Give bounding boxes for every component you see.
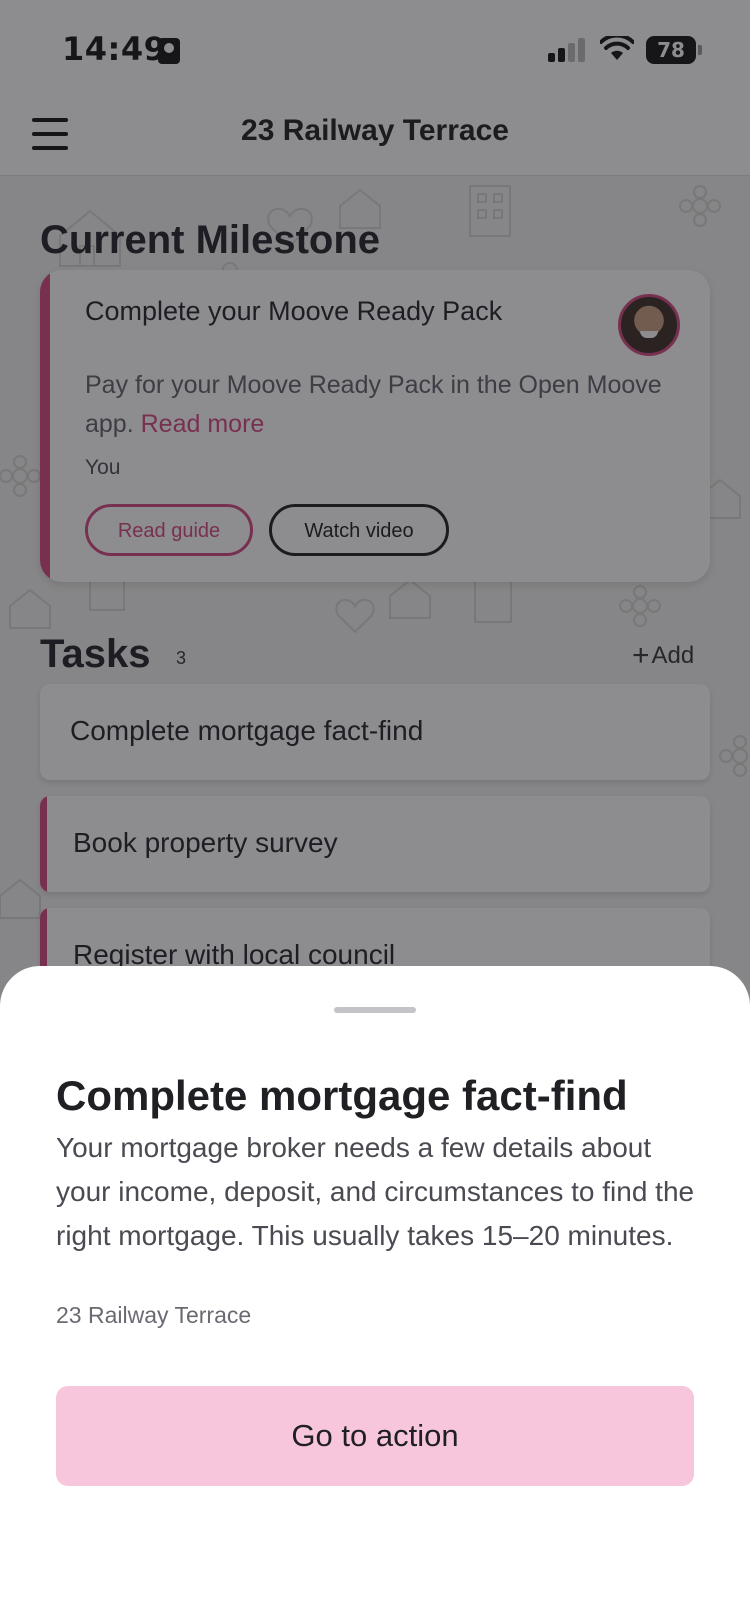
go-to-action-button[interactable]: Go to action: [56, 1386, 694, 1486]
sheet-drag-handle[interactable]: [334, 1007, 416, 1013]
sheet-address: 23 Railway Terrace: [56, 1302, 252, 1328]
task-detail-sheet: Complete mortgage fact-find Your mortgag…: [0, 966, 750, 1623]
sheet-title: Complete mortgage fact-find: [56, 1072, 628, 1119]
sheet-description: Your mortgage broker needs a few details…: [56, 1132, 695, 1251]
